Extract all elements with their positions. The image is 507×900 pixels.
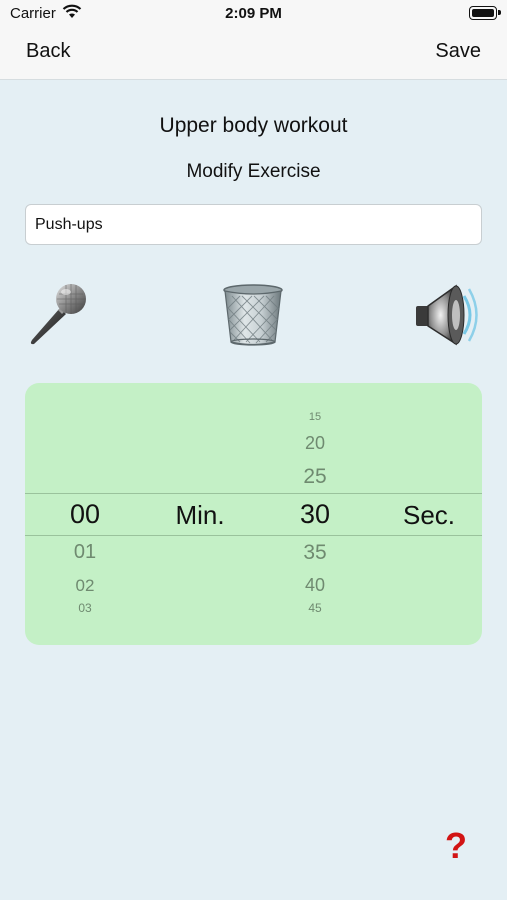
seconds-selected[interactable]: 30 <box>285 499 345 530</box>
battery-icon <box>469 6 501 20</box>
seconds-unit-label: Sec. <box>402 500 456 530</box>
minutes-unit-label: Min. <box>175 500 225 530</box>
back-button[interactable]: Back <box>26 40 70 63</box>
workout-title: Upper body workout <box>159 114 348 137</box>
status-bar: Carrier 2:09 PM <box>0 0 507 28</box>
speaker-icon[interactable] <box>414 282 480 348</box>
minutes-selected[interactable]: 00 <box>55 499 115 530</box>
seconds-option[interactable]: 20 <box>285 433 345 454</box>
exercise-name-input[interactable] <box>25 204 482 245</box>
trash-can-icon[interactable] <box>220 282 286 348</box>
navigation-bar: Back Save <box>0 28 507 80</box>
seconds-option[interactable]: 25 <box>285 465 345 489</box>
clock: 2:09 PM <box>225 5 282 22</box>
minutes-option[interactable]: 03 <box>55 601 115 615</box>
seconds-option[interactable]: 40 <box>285 575 345 596</box>
save-button[interactable]: Save <box>435 40 481 63</box>
help-icon[interactable]: ? <box>445 825 467 867</box>
page-subtitle: Modify Exercise <box>186 161 321 182</box>
duration-picker[interactable]: 00 01 02 03 Min. 15 20 25 30 35 40 45 Se… <box>25 383 482 645</box>
seconds-option[interactable]: 45 <box>285 601 345 615</box>
seconds-option[interactable]: 35 <box>285 541 345 565</box>
seconds-option[interactable]: 15 <box>285 411 345 423</box>
minutes-option[interactable]: 02 <box>55 576 115 596</box>
minutes-option[interactable]: 01 <box>55 541 115 564</box>
microphone-icon[interactable] <box>24 282 90 348</box>
